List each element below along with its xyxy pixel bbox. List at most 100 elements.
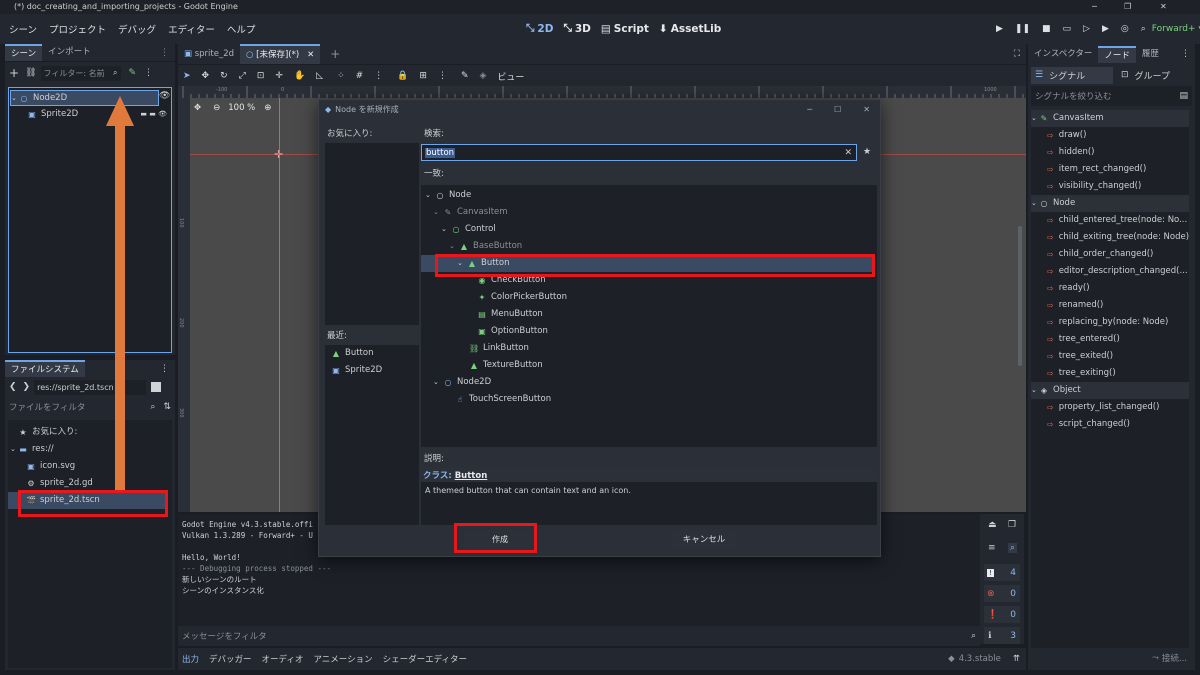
remote-debug-icon[interactable]: ▭ (1063, 24, 1072, 34)
tab-output[interactable]: 出力 (182, 653, 199, 665)
tree-item-favorites[interactable]: ★ お気に入り: (8, 424, 172, 441)
signal-item[interactable]: ⇨ script_changed() (1031, 416, 1189, 433)
signal-item[interactable]: ⇨ item_rect_changed() (1031, 161, 1189, 178)
pivot-icon[interactable]: ✛ (275, 71, 283, 81)
visibility-icon[interactable]: 👁 (159, 91, 170, 101)
menu-dots-icon[interactable]: ⋮ (160, 48, 169, 58)
close-window-button[interactable]: ✕ (1160, 0, 1167, 14)
signal-item[interactable]: ⇨ hidden() (1031, 144, 1189, 161)
collapse-icon[interactable]: ⌄ (1031, 110, 1039, 127)
close-icon[interactable]: ✕ (307, 50, 314, 60)
signal-filter-input[interactable]: シグナルを絞り込む (1035, 90, 1112, 102)
tree-item-canvasitem[interactable]: ⌄ ✎ CanvasItem (421, 204, 877, 221)
file-filter-input[interactable]: ファイルをフィルタ (9, 401, 85, 413)
tree-item-basebutton[interactable]: ⌄ ▲ BaseButton (421, 238, 877, 255)
move-tool-icon[interactable]: ✥ (202, 71, 210, 81)
zoom-out-icon[interactable]: ⊖ (213, 103, 220, 113)
signal-item[interactable]: ⇨ child_exiting_tree(node: Node) (1031, 229, 1189, 246)
collapse-icon[interactable]: ⌄ (1031, 195, 1039, 212)
signal-item[interactable]: ⇨ tree_exited() (1031, 348, 1189, 365)
zoom-level[interactable]: 100 % (228, 103, 255, 113)
lock-icon[interactable]: 🔒 (397, 71, 408, 81)
back-arrow-icon[interactable]: ❮ (9, 382, 17, 392)
split-view-icon[interactable] (151, 382, 162, 392)
tab-unsaved[interactable]: ○ [未保存](*) ✕ (240, 44, 321, 64)
tab-groups[interactable]: ⊡ グループ (1113, 69, 1170, 82)
snap-icon[interactable]: ⁘ (337, 71, 345, 81)
tab-node[interactable]: ノード (1098, 45, 1136, 63)
mode-assetlib-button[interactable]: AssetLib (671, 23, 722, 35)
menu-help[interactable]: ヘルプ (227, 22, 256, 36)
class-name-link[interactable]: Button (455, 471, 488, 481)
filter-options-icon[interactable]: ▤ (1179, 91, 1188, 101)
connect-button[interactable]: ⤳ 接続... (1152, 652, 1187, 664)
tree-item-res[interactable]: ⌄ ▬ res:// (8, 441, 172, 458)
menu-dots-icon[interactable]: ⋮ (374, 71, 383, 81)
signal-item[interactable]: ⇨ ready() (1031, 280, 1189, 297)
select-rect-icon[interactable]: ⊡ (257, 71, 265, 81)
bone-icon[interactable]: ⋮ (438, 71, 447, 81)
menu-project[interactable]: プロジェクト (49, 22, 106, 36)
clear-search-icon[interactable]: ✕ (844, 148, 852, 158)
movie-icon[interactable]: ◎ (1121, 24, 1129, 34)
search-input[interactable]: button (425, 147, 456, 158)
tree-item-sprite2d[interactable]: ▣ Sprite2D ▬ ▬ 👁 (9, 106, 171, 123)
camera-icon[interactable]: ◈ (479, 71, 486, 81)
tab-animation[interactable]: アニメーション (313, 653, 372, 665)
tree-item-texturebutton[interactable]: ▲ TextureButton (421, 357, 877, 374)
menu-scene[interactable]: シーン (9, 22, 37, 36)
signal-group-canvasitem[interactable]: ⌄ ✎ CanvasItem (1031, 110, 1189, 127)
skeleton-icon[interactable]: ✎ (461, 71, 469, 81)
collapse-icon[interactable]: ⌄ (1031, 382, 1039, 399)
tree-item-node2d[interactable]: ⌄ ○ Node2D (421, 374, 877, 391)
signal-item[interactable]: ⇨ child_entered_tree(node: No... (1031, 212, 1189, 229)
collapse-icon[interactable]: ⌄ (449, 238, 459, 255)
lock-scroll-icon[interactable]: ⏏ (988, 520, 997, 530)
grid-icon[interactable]: # (356, 71, 364, 81)
minimize-button[interactable]: ─ (1092, 0, 1097, 14)
signal-group-node[interactable]: ⌄ ○ Node (1031, 195, 1189, 212)
info-count-toggle[interactable]: ❗ 0 (984, 606, 1020, 623)
collapse-icon[interactable]: ⌄ (433, 374, 443, 391)
signal-item[interactable]: ⇨ editor_description_changed(... (1031, 263, 1189, 280)
message-count-toggle[interactable]: ℹ3 (984, 627, 1020, 644)
instance-icons[interactable]: ▬ ▬ 👁 (140, 106, 167, 123)
file-icon-svg[interactable]: ▣ icon.svg (8, 458, 172, 475)
add-node-icon[interactable]: + (9, 66, 19, 80)
tree-item-control[interactable]: ⌄ ○ Control (421, 221, 877, 238)
signal-group-object[interactable]: ⌄ ◈ Object (1031, 382, 1189, 399)
tree-item-menubutton[interactable]: ▤ MenuButton (421, 306, 877, 323)
scene-filter-input[interactable]: フィルター: 名前 (44, 68, 105, 79)
recent-item-button[interactable]: ▲ Button (325, 345, 419, 362)
script-attach-icon[interactable]: ✎ (129, 68, 137, 78)
forward-arrow-icon[interactable]: ❯ (23, 382, 31, 392)
pan-icon[interactable]: ✋ (294, 71, 305, 81)
collapse-icon[interactable]: ⌄ (11, 90, 19, 107)
tab-sprite2d[interactable]: ▣ sprite_2d (178, 44, 240, 64)
maximize-icon[interactable]: ☐ (834, 105, 841, 114)
pause-icon[interactable]: ❚❚ (1015, 24, 1030, 34)
signal-item[interactable]: ⇨ tree_entered() (1031, 331, 1189, 348)
maximize-button[interactable]: ❐ (1124, 0, 1131, 14)
tree-item-optionbutton[interactable]: ▣ OptionButton (421, 323, 877, 340)
sort-icon[interactable]: ⇅ (163, 402, 171, 412)
tree-item-node[interactable]: ⌄ ○ Node (421, 187, 877, 204)
stop-icon[interactable]: ■ (1042, 24, 1051, 34)
zoom-in-icon[interactable]: ⊕ (264, 103, 271, 113)
signal-item[interactable]: ⇨ replacing_by(node: Node) (1031, 314, 1189, 331)
signal-item[interactable]: ⇨ visibility_changed() (1031, 178, 1189, 195)
renderer-select[interactable]: Forward+ (1152, 24, 1196, 34)
tab-audio[interactable]: オーディオ (262, 653, 304, 665)
scale-tool-icon[interactable]: ⤢ (239, 71, 246, 81)
error-count-toggle[interactable]: ! 4 (984, 564, 1020, 581)
message-filter-input[interactable]: メッセージをフィルタ (182, 630, 267, 642)
tab-history[interactable]: 履歴 (1136, 46, 1165, 63)
signal-item[interactable]: ⇨ property_list_changed() (1031, 399, 1189, 416)
cancel-button[interactable]: キャンセル (671, 530, 737, 550)
collapse-icon[interactable]: ⌄ (441, 221, 451, 238)
tab-debugger[interactable]: デバッガー (209, 653, 252, 665)
add-tab-icon[interactable]: + (330, 47, 340, 61)
clear-icon[interactable]: ≡ (988, 543, 996, 553)
tab-shader-editor[interactable]: シェーダーエディター (383, 653, 467, 665)
tab-import[interactable]: インポート (42, 44, 97, 61)
